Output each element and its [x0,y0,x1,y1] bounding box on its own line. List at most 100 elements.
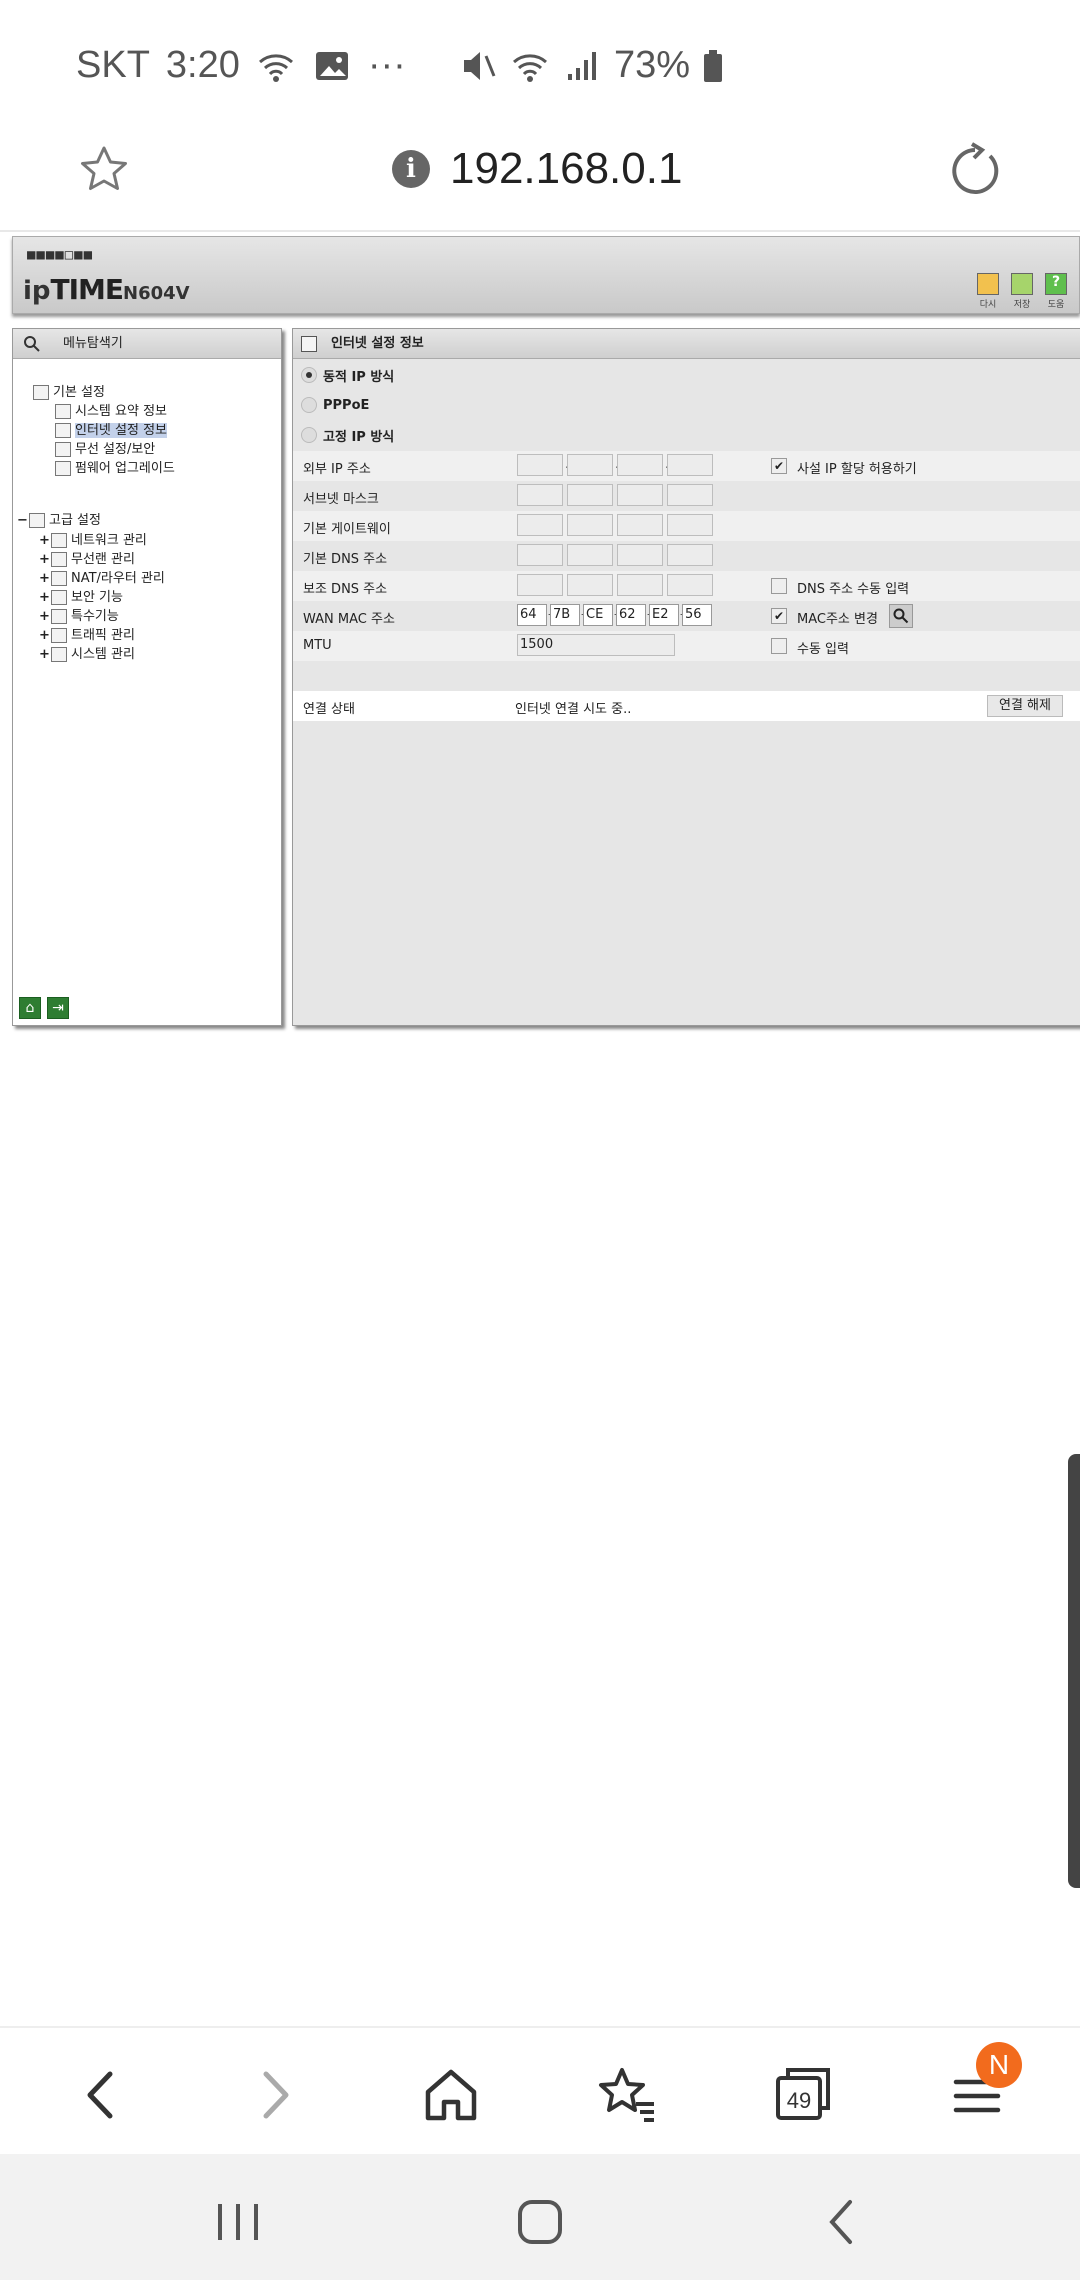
forward-button[interactable] [240,2060,310,2130]
wifi-icon [513,53,547,82]
ip-octet-input[interactable] [567,484,613,506]
wireless-icon [51,552,67,567]
home-button[interactable] [416,2060,486,2130]
router-header: ■■■■□■■ ipTIMEN604V 다시 저장 ? 도움 [12,236,1080,314]
menu-grid-icon[interactable]: ■■■■□■■ [27,247,93,263]
home-icon [425,2069,477,2121]
private-ip-checkbox[interactable]: ✔ [771,458,787,474]
ip-octet-input[interactable] [567,574,613,596]
tree-item-traffic[interactable]: + 트래픽 관리 [39,626,135,645]
radio-pppoe[interactable] [301,397,317,413]
mac-octet-input[interactable]: 62 [616,604,646,626]
expand-icon[interactable]: + [39,626,51,645]
ip-octet-input[interactable] [617,484,663,506]
ip-octet-input[interactable] [517,574,563,596]
radio-static[interactable] [301,427,317,443]
expand-icon[interactable]: + [39,569,51,588]
ip-octet-input[interactable] [617,544,663,566]
bookmarks-icon [599,2068,654,2122]
back-nav-icon[interactable] [812,2192,872,2252]
more-notifications: ··· [367,44,406,86]
tree-item-security[interactable]: + 보안 기능 [39,588,123,607]
mac-change-checkbox[interactable]: ✔ [771,608,787,624]
expand-icon[interactable]: + [39,588,51,607]
tree-item-label: 무선랜 관리 [71,552,135,567]
mac-octet-input[interactable]: 7B [550,604,580,626]
tree-item-wlan[interactable]: + 무선랜 관리 [39,550,135,569]
back-button[interactable] [66,2060,136,2130]
radio-dynamic[interactable] [301,367,317,383]
recent-apps-icon[interactable] [208,2192,268,2252]
expand-icon[interactable]: + [39,550,51,569]
tree-item-network[interactable]: + 네트워크 관리 [39,531,147,550]
mac-octet-input[interactable]: CE [583,604,613,626]
collapse-icon[interactable]: − [17,511,29,530]
panel-title: 인터넷 설정 정보 [331,336,424,351]
ip-octet-input[interactable] [517,514,563,536]
brand-logo: ipTIMEN604V [23,273,190,306]
tree-advanced-settings[interactable]: − 고급 설정 [17,511,101,530]
tree-item-firmware[interactable]: 펌웨어 업그레이드 [55,459,175,478]
expand-icon[interactable]: + [39,645,51,664]
tabs-button[interactable]: 49 [768,2060,838,2130]
reload-icon[interactable] [946,142,1004,200]
mode-label: 동적 IP 방식 [323,369,395,385]
tree-item-label: 네트워크 관리 [71,533,147,548]
folder-gear-icon [29,513,45,528]
ip-octet-input[interactable] [667,514,713,536]
save-button[interactable]: 저장 [1009,273,1035,310]
tree-item-label: 특수기능 [71,609,119,624]
tree-item-system[interactable]: + 시스템 관리 [39,645,135,664]
tree-item-system-summary[interactable]: 시스템 요약 정보 [55,402,167,421]
ip-octet-input[interactable] [617,514,663,536]
home-icon[interactable]: ⌂ [19,997,41,1019]
site-info-icon[interactable]: i [392,150,430,188]
tree-item-special[interactable]: + 특수기능 [39,607,119,626]
ip-octet-input[interactable] [567,514,613,536]
bookmarks-button[interactable] [592,2060,662,2130]
logout-icon[interactable]: ⇥ [47,997,69,1019]
private-ip-label: 사설 IP 할당 허용하기 [797,462,917,477]
tree-item-nat[interactable]: + NAT/라우터 관리 [39,569,165,588]
ip-octet-input[interactable] [567,544,613,566]
field-label: 서브넷 마스크 [303,492,379,507]
ip-octet-input[interactable] [617,454,663,476]
wifi-call-icon [258,53,293,82]
mac-octet-input[interactable]: E2 [649,604,679,626]
help-button[interactable]: ? 도움 [1043,273,1069,310]
reload-button[interactable]: 다시 [975,273,1001,310]
disconnect-button[interactable]: 연결 해제 [987,695,1063,717]
ip-octet-input[interactable] [617,574,663,596]
mtu-input[interactable]: 1500 [517,634,675,656]
mode-pppoe[interactable]: PPPoE [301,393,369,417]
mtu-manual-checkbox[interactable] [771,638,787,654]
chart-icon [51,647,67,662]
mode-static-ip[interactable]: 고정 IP 방식 [301,423,394,447]
mode-dynamic-ip[interactable]: 동적 IP 방식 [301,363,394,387]
ip-octet-input[interactable] [517,484,563,506]
dns-manual-checkbox[interactable] [771,578,787,594]
expand-icon[interactable]: + [39,531,51,550]
ip-octet-input[interactable] [667,544,713,566]
ip-octet-input[interactable] [517,454,563,476]
ip-octet-input[interactable] [667,574,713,596]
url-field[interactable]: 192.168.0.1 [450,144,682,194]
special-icon [51,609,67,624]
tree-basic-settings[interactable]: 기본 설정 [33,383,105,402]
tree-item-wireless[interactable]: 무선 설정/보안 [55,440,155,459]
status-bar: SKT 3:20 ··· 73% [0,0,1080,132]
expand-icon[interactable]: + [39,607,51,626]
ip-octet-input[interactable] [667,484,713,506]
lock-icon [51,590,67,605]
mac-search-icon[interactable] [889,604,913,628]
ip-octet-input[interactable] [517,544,563,566]
bookmark-star-icon[interactable] [78,144,130,196]
tree-item-internet-settings[interactable]: 인터넷 설정 정보 [55,421,167,440]
ip-octet-input[interactable] [667,454,713,476]
traffic-icon [51,628,67,643]
ip-octet-input[interactable] [567,454,613,476]
mac-octet-input[interactable]: 64 [517,604,547,626]
edge-panel-handle[interactable] [1068,1454,1080,1888]
home-nav-icon[interactable] [510,2192,570,2252]
mac-octet-input[interactable]: 56 [682,604,712,626]
